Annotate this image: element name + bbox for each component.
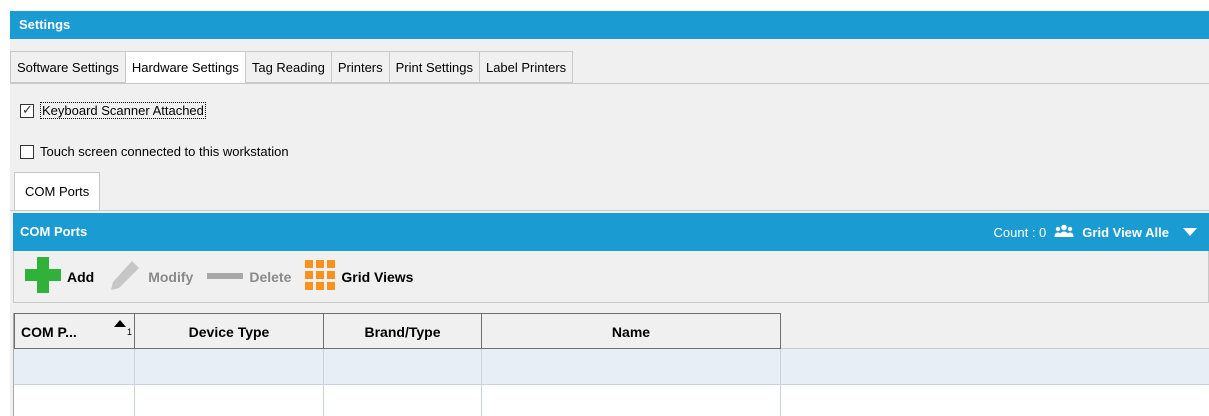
table-cell	[14, 385, 135, 416]
table-row[interactable]	[14, 349, 1209, 385]
tab-software-settings[interactable]: Software Settings	[10, 51, 126, 83]
window-title: Settings	[10, 11, 1209, 39]
record-count: Count : 0	[993, 224, 1047, 240]
tab-printers[interactable]: Printers	[331, 51, 390, 83]
table-cell	[324, 349, 482, 385]
table-cell	[324, 385, 482, 416]
touch-screen-label: Touch screen connected to this workstati…	[40, 144, 289, 159]
modify-button[interactable]: Modify	[108, 258, 193, 295]
delete-button[interactable]: Delete	[207, 269, 291, 285]
keyboard-scanner-checkbox[interactable]: ✓	[20, 101, 34, 118]
subtabs-divider	[10, 210, 1209, 211]
grid-toolbar: Add Modify Delete Grid Views	[13, 251, 1209, 303]
sort-ascending-icon	[114, 320, 126, 330]
column-header-device-type[interactable]: Device Type	[135, 313, 324, 349]
checkmark-icon: ✓	[22, 101, 33, 117]
people-group-icon	[1054, 224, 1074, 241]
grid-icon	[305, 260, 341, 293]
caret-down-icon[interactable]	[1183, 225, 1197, 240]
sort-index: 1	[126, 327, 132, 337]
keyboard-scanner-label: Keyboard Scanner Attached	[40, 102, 206, 119]
table-cell	[135, 385, 324, 416]
table-cell-filler	[781, 349, 1209, 385]
table-cell	[135, 349, 324, 385]
delete-label: Delete	[249, 268, 292, 285]
add-label: Add	[67, 268, 95, 285]
column-header-name[interactable]: Name	[482, 313, 781, 349]
column-header-com-port[interactable]: COM P... 1	[14, 313, 135, 349]
table-cell	[482, 349, 781, 385]
com-ports-grid: COM P... 1 Device Type Brand/Type Name	[13, 313, 1209, 416]
com-ports-panel-header: COM Ports Count : 0 Grid View Alle	[13, 213, 1209, 251]
minus-icon	[207, 269, 249, 285]
keyboard-scanner-option[interactable]: ✓ Keyboard Scanner Attached	[20, 102, 206, 119]
grid-view-selector[interactable]: Grid View Alle	[1082, 225, 1169, 240]
pencil-icon	[108, 258, 148, 295]
touch-screen-option[interactable]: Touch screen connected to this workstati…	[20, 144, 289, 159]
table-row[interactable]	[14, 385, 1209, 416]
touch-screen-checkbox[interactable]	[20, 144, 34, 159]
grid-views-label: Grid Views	[341, 268, 414, 285]
tab-hardware-settings[interactable]: Hardware Settings	[125, 51, 246, 84]
modify-label: Modify	[148, 268, 194, 285]
table-cell	[482, 385, 781, 416]
tab-tag-reading[interactable]: Tag Reading	[245, 51, 332, 83]
add-button[interactable]: Add	[25, 257, 94, 296]
grid-header: COM P... 1 Device Type Brand/Type Name	[14, 313, 781, 349]
table-cell	[14, 349, 135, 385]
settings-tabs: Software Settings Hardware Settings Tag …	[10, 51, 574, 84]
tab-com-ports[interactable]: COM Ports	[14, 172, 101, 210]
panel-title: COM Ports	[20, 224, 88, 239]
tab-label-printers[interactable]: Label Printers	[479, 51, 574, 83]
grid-header-filler	[781, 313, 1209, 349]
settings-window: Settings Software Settings Hardware Sett…	[10, 11, 1209, 416]
table-cell-filler	[781, 385, 1209, 416]
plus-icon	[25, 257, 67, 296]
column-header-brand-type[interactable]: Brand/Type	[324, 313, 482, 349]
grid-views-button[interactable]: Grid Views	[305, 260, 413, 293]
tab-print-settings[interactable]: Print Settings	[389, 51, 480, 83]
column-header-label: COM P...	[21, 324, 77, 340]
tabs-divider	[10, 83, 1209, 84]
panel-header-controls: Count : 0 Grid View Alle	[994, 213, 1197, 251]
